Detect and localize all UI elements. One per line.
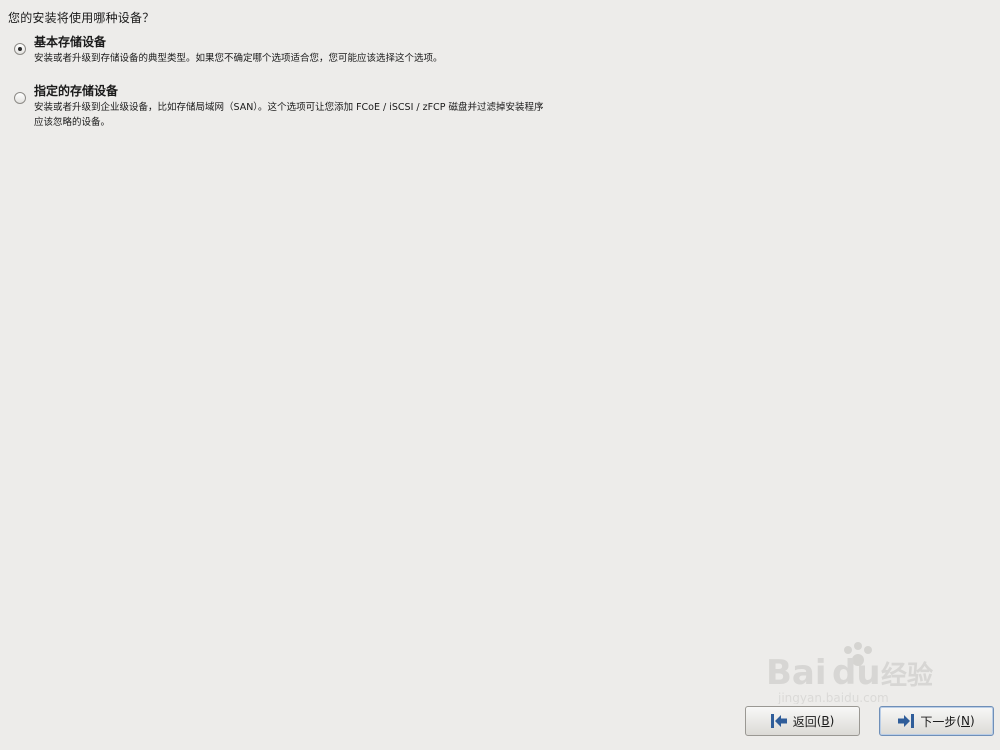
baidu-jingyan-watermark: Bai du 经验 jingyan.baidu.com: [766, 642, 933, 704]
option-specialized-storage-desc: 安装或者升级到企业级设备，比如存储局域网（SAN）。这个选项可让您添加 FCoE…: [34, 100, 634, 130]
next-button-label: 下一步: [920, 714, 957, 729]
back-button-label: 返回: [792, 714, 817, 729]
back-arrow-icon: [770, 714, 787, 728]
radio-basic-storage[interactable]: [14, 43, 26, 55]
radio-specialized-storage[interactable]: [14, 92, 26, 104]
next-arrow-icon: [898, 714, 915, 728]
option-specialized-storage-desc-line: 应该忽略的设备。: [34, 117, 111, 128]
option-specialized-storage-title: 指定的存储设备: [34, 84, 119, 98]
back-mnemonic: B: [821, 714, 830, 728]
svg-text:Bai: Bai: [766, 653, 827, 693]
option-specialized-storage[interactable]: 指定的存储设备 安装或者升级到企业级设备，比如存储局域网（SAN）。这个选项可让…: [14, 84, 634, 130]
svg-text:jingyan.baidu.com: jingyan.baidu.com: [777, 691, 889, 704]
back-button[interactable]: 返回 (B): [745, 706, 860, 736]
back-mnemonic-close: ): [829, 714, 835, 728]
question-label: 您的安装将使用哪种设备？: [8, 11, 155, 25]
option-basic-storage-title: 基本存储设备: [34, 35, 107, 49]
installer-page: 您的安装将使用哪种设备？ 基本存储设备 安装或者升级到存储设备的典型类型。如果您…: [0, 0, 1000, 750]
option-basic-storage[interactable]: 基本存储设备 安装或者升级到存储设备的典型类型。如果您不确定哪个选项适合您，您可…: [14, 35, 634, 66]
next-mnemonic: N: [961, 714, 970, 728]
option-specialized-storage-desc-line: 安装或者升级到企业级设备，比如存储局域网（SAN）。这个选项可让您添加 FCoE…: [34, 102, 544, 113]
next-button[interactable]: 下一步 (N): [879, 706, 994, 736]
option-basic-storage-desc: 安装或者升级到存储设备的典型类型。如果您不确定哪个选项适合您，您可能应该选择这个…: [34, 51, 634, 66]
option-basic-storage-desc-line: 安装或者升级到存储设备的典型类型。如果您不确定哪个选项适合您，您可能应该选择这个…: [34, 53, 443, 64]
option-specialized-storage-text: 指定的存储设备 安装或者升级到企业级设备，比如存储局域网（SAN）。这个选项可让…: [34, 84, 634, 130]
svg-text:du: du: [832, 653, 881, 693]
next-mnemonic-close: ): [970, 714, 975, 728]
option-basic-storage-text: 基本存储设备 安装或者升级到存储设备的典型类型。如果您不确定哪个选项适合您，您可…: [34, 35, 634, 66]
svg-text:经验: 经验: [881, 660, 933, 691]
